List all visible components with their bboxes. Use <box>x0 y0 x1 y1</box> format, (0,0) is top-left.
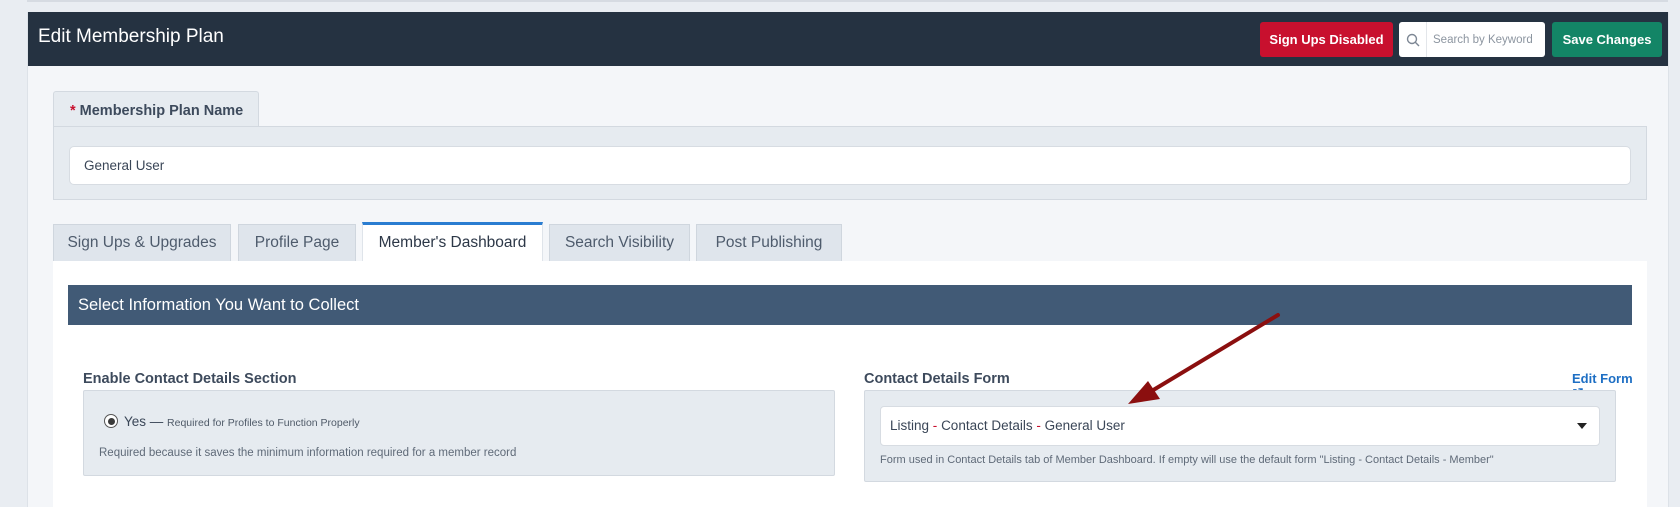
panel-header: Edit Membership Plan Sign Ups Disabled S… <box>28 12 1668 66</box>
search-input[interactable] <box>1427 24 1539 55</box>
yes-option-note: Required for Profiles to Function Proper… <box>167 417 360 429</box>
search-box[interactable] <box>1399 22 1545 57</box>
chevron-down-icon <box>1577 423 1587 429</box>
edit-plan-panel: Edit Membership Plan Sign Ups Disabled S… <box>27 12 1669 507</box>
selected-part-listing: Listing <box>890 418 930 433</box>
tab-profile-page[interactable]: Profile Page <box>238 224 356 261</box>
yes-radio[interactable] <box>104 414 118 428</box>
selected-separator: - <box>932 418 938 433</box>
contact-section-box: Yes — Required for Profiles to Function … <box>83 390 835 476</box>
top-divider <box>27 0 1668 2</box>
selected-part-contact-details: Contact Details <box>941 418 1033 433</box>
selected-part-general-user: General User <box>1044 418 1125 433</box>
plan-name-box <box>53 126 1647 200</box>
tab-members-dashboard[interactable]: Member's Dashboard <box>362 222 543 261</box>
plan-name-input[interactable] <box>69 146 1631 185</box>
plan-name-label: Membership Plan Name <box>79 103 244 119</box>
contact-form-select[interactable]: Listing - Contact Details - General User <box>880 406 1600 446</box>
yes-option-text: Yes — <box>124 414 164 429</box>
contact-form-help: Form used in Contact Details tab of Memb… <box>880 454 1494 466</box>
sign-ups-disabled-button[interactable]: Sign Ups Disabled <box>1260 22 1393 57</box>
contact-form-box: Listing - Contact Details - General User… <box>864 390 1616 482</box>
plan-name-tab: * Membership Plan Name <box>53 91 259 127</box>
contact-section-help: Required because it saves the minimum in… <box>99 447 517 459</box>
save-changes-button[interactable]: Save Changes <box>1552 22 1662 57</box>
tab-content: Select Information You Want to Collect E… <box>53 261 1647 507</box>
tab-search-visibility[interactable]: Search Visibility <box>549 224 690 261</box>
tab-sign-ups-upgrades[interactable]: Sign Ups & Upgrades <box>53 224 231 261</box>
contact-section-label: Enable Contact Details Section <box>83 371 297 387</box>
selected-separator: - <box>1036 418 1041 433</box>
edit-form-text: Edit Form <box>1572 371 1633 386</box>
search-icon <box>1399 22 1427 57</box>
section-title: Select Information You Want to Collect <box>68 285 1632 325</box>
tab-post-publishing[interactable]: Post Publishing <box>696 224 842 261</box>
yes-option-label: Yes — Required for Profiles to Function … <box>124 414 360 429</box>
required-marker: * <box>70 103 76 119</box>
contact-form-label: Contact Details Form <box>864 371 1010 387</box>
page-title: Edit Membership Plan <box>38 26 224 47</box>
